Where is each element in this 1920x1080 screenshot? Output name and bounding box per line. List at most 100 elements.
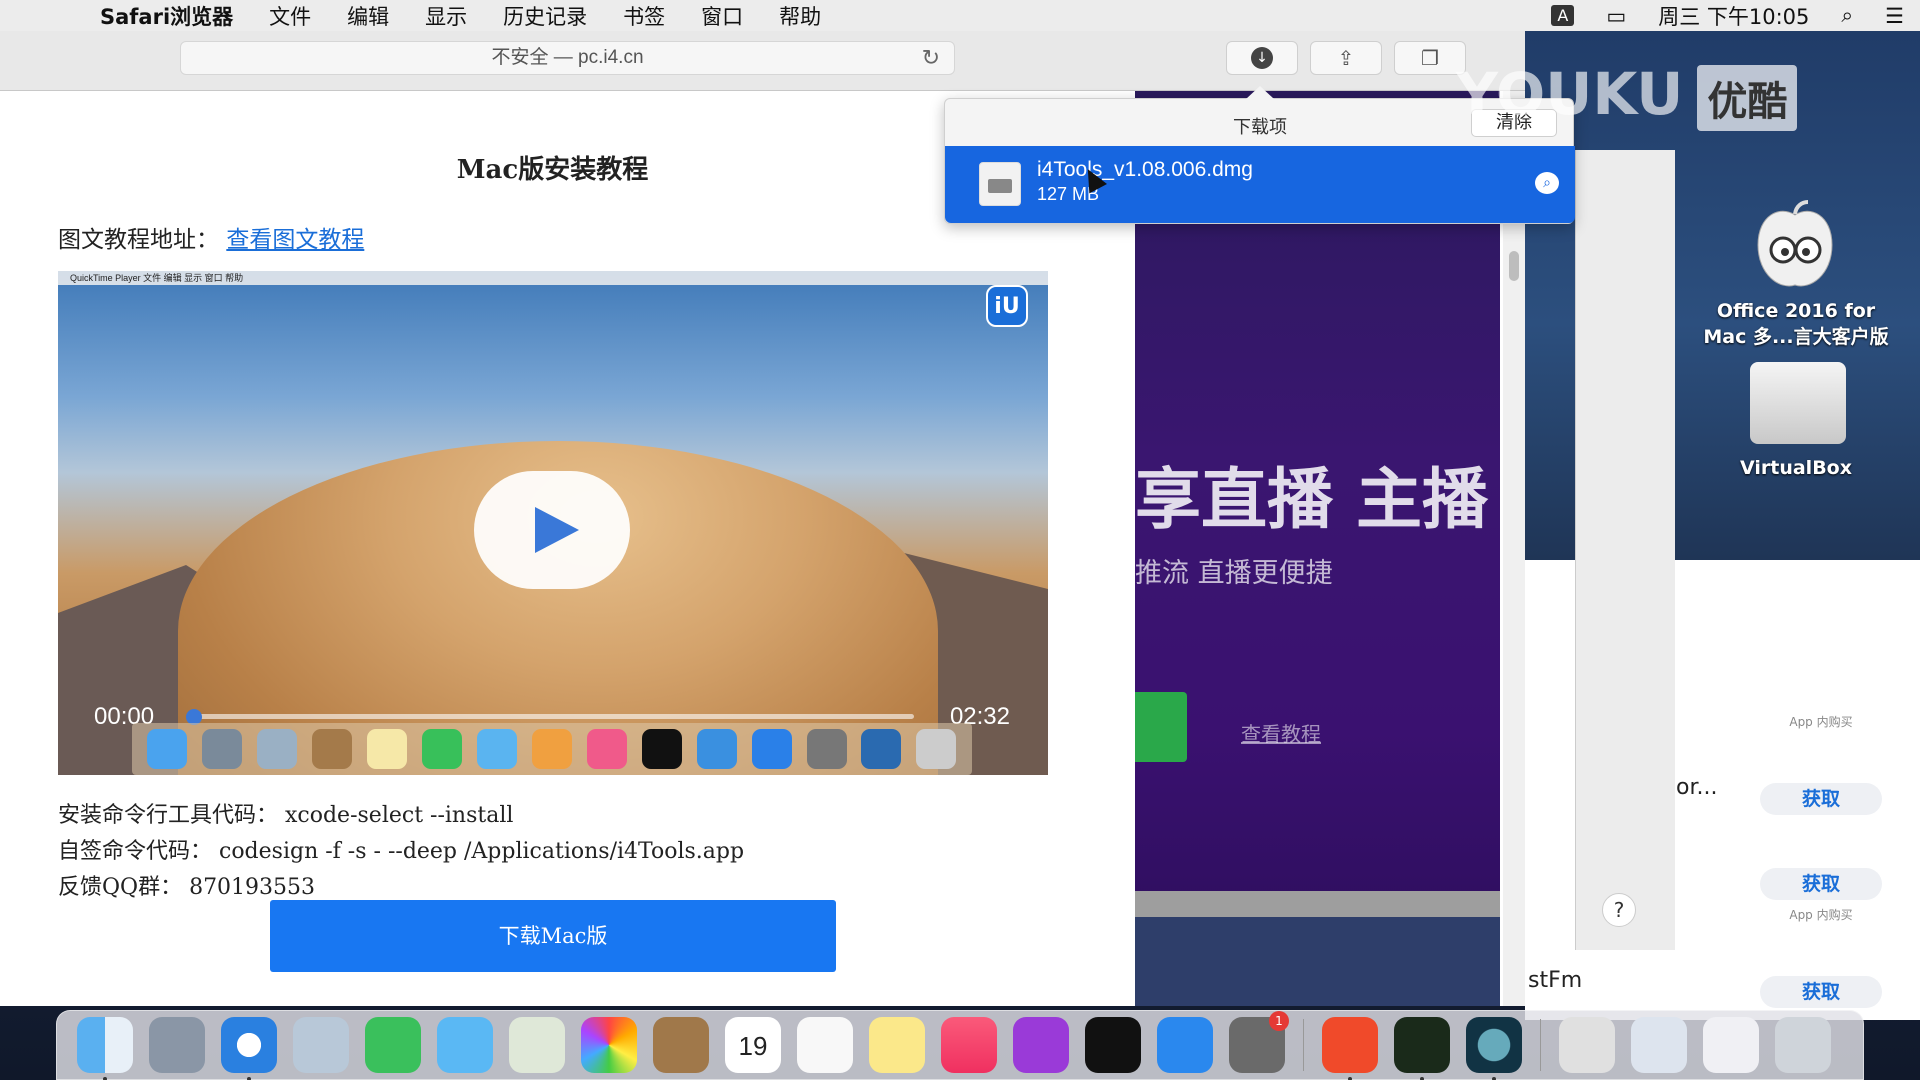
messages-icon: [476, 729, 517, 769]
scroll-thumb[interactable]: [1509, 251, 1519, 281]
documents-stack-icon[interactable]: [1703, 1017, 1759, 1073]
launchpad-icon: [202, 729, 243, 769]
app-name-truncated: stFm: [1528, 968, 1583, 993]
apple-tv-icon[interactable]: [1085, 1017, 1141, 1073]
menu-help[interactable]: 帮助: [761, 1, 839, 31]
menu-history[interactable]: 历史记录: [485, 1, 605, 31]
address-bar[interactable]: 不安全 — pc.i4.cn ↻: [180, 41, 955, 75]
downloads-stack-icon[interactable]: [1631, 1017, 1687, 1073]
finder-icon[interactable]: [77, 1017, 133, 1080]
menu-bar: Safari浏览器 文件 编辑 显示 历史记录 书签 窗口 帮助 A ▭ 周三 …: [0, 0, 1920, 31]
trash-icon[interactable]: [1775, 1017, 1831, 1073]
live-title: 享直播 主播: [1135, 461, 1488, 538]
view-tutorial-link[interactable]: 查看教程: [1241, 718, 1321, 747]
notification-badge: 1: [1269, 1011, 1289, 1031]
reload-icon[interactable]: ↻: [922, 42, 940, 74]
notification-center-icon[interactable]: ☰: [1869, 4, 1920, 28]
watermark-text: YOUKU: [1456, 60, 1684, 128]
activity-monitor-icon[interactable]: [1394, 1017, 1450, 1080]
web-page-content: Mac版安装教程 图文教程地址： 查看图文教程 QuickTime Player…: [0, 91, 1135, 1006]
show-in-finder-icon[interactable]: ⌕: [1535, 172, 1559, 194]
install-command-text: 安装命令行工具代码： xcode-select --install: [58, 803, 514, 828]
menu-file[interactable]: 文件: [251, 1, 329, 31]
system-preferences-icon: [806, 729, 847, 769]
facetime-icon[interactable]: [365, 1017, 421, 1073]
calendar-icon[interactable]: 19: [725, 1017, 781, 1073]
preview-icon[interactable]: [293, 1017, 349, 1073]
office-installer-icon[interactable]: [1740, 200, 1850, 295]
menu-edit[interactable]: 编辑: [329, 1, 407, 31]
contacts-icon: [312, 729, 353, 769]
green-button-partial[interactable]: [1135, 692, 1187, 762]
office-icon-label: Office 2016 for Mac 多...言大客户版: [1703, 300, 1889, 348]
share-button[interactable]: ⇪: [1310, 41, 1382, 75]
video-player[interactable]: QuickTime Player 文件 编辑 显示 窗口 帮助 iU 00:00…: [58, 271, 1048, 775]
virtualbox-disk-icon[interactable]: [1750, 362, 1846, 444]
system-preferences-icon[interactable]: 1: [1229, 1011, 1289, 1073]
app-store-icon: [751, 729, 792, 769]
get-button[interactable]: 获取: [1760, 783, 1882, 815]
virtualbox-label: VirtualBox: [1740, 457, 1852, 479]
maps-icon[interactable]: [509, 1017, 565, 1073]
quicktime-icon[interactable]: [1466, 1017, 1522, 1080]
music-icon[interactable]: [941, 1017, 997, 1073]
safari-toolbar: 不安全 — pc.i4.cn ↻ ↓ ⇪ ❐: [0, 31, 1525, 91]
quicktime-icon: [861, 729, 902, 769]
app-menu[interactable]: Safari浏览器: [62, 1, 251, 31]
dock-separator: [1540, 1019, 1541, 1071]
podcasts-icon[interactable]: [1013, 1017, 1069, 1073]
dock-separator: [1303, 1019, 1304, 1071]
dmg-file-icon[interactable]: [1559, 1017, 1615, 1073]
contacts-icon[interactable]: [653, 1017, 709, 1073]
page-scrollbar[interactable]: [1503, 91, 1525, 1006]
youku-watermark: YOUKU 优酷: [1456, 60, 1798, 131]
airplay-display-icon[interactable]: ▭: [1590, 4, 1642, 28]
tutorial-link[interactable]: 查看图文教程: [226, 227, 364, 253]
page-title: Mac版安装教程: [456, 155, 649, 185]
spotlight-search-icon[interactable]: ⌕: [1825, 3, 1869, 28]
photos-icon[interactable]: [581, 1017, 637, 1073]
share-icon: ⇪: [1337, 46, 1355, 70]
menu-view[interactable]: 显示: [407, 1, 485, 31]
app-name-truncated: or...: [1676, 775, 1718, 800]
qq-group-text: 反馈QQ群： 870193553: [58, 875, 316, 900]
menu-clock[interactable]: 周三 下午10:05: [1642, 1, 1825, 31]
get-button[interactable]: 获取: [1760, 976, 1882, 1008]
dmg-file-icon: [979, 162, 1021, 206]
download-item[interactable]: i4Tools_v1.08.006.dmg 127 MB ⌕: [945, 146, 1575, 223]
app-store-icon[interactable]: [1157, 1017, 1213, 1073]
video-progress-bar[interactable]: [186, 709, 914, 725]
tabs-icon: ❐: [1421, 46, 1439, 70]
safari-icon[interactable]: [221, 1017, 277, 1080]
download-filename: i4Tools_v1.08.006.dmg: [1037, 158, 1253, 181]
photos-icon: [531, 729, 572, 769]
launchpad-icon[interactable]: [149, 1017, 205, 1073]
address-text: 不安全 — pc.i4.cn: [491, 47, 644, 68]
download-mac-button[interactable]: 下载Mac版: [270, 900, 836, 972]
facetime-icon: [422, 729, 463, 769]
app-store-window-edge: [1575, 150, 1675, 950]
tutorial-label: 图文教程地址：: [58, 227, 219, 253]
i4-logo-icon: iU: [986, 285, 1028, 327]
tutorial-address-line: 图文教程地址： 查看图文教程: [58, 220, 364, 254]
download-arrow-icon: ↓: [1251, 47, 1273, 69]
play-button[interactable]: [474, 471, 630, 589]
live-subtitle: 推流 直播更便捷: [1135, 558, 1333, 589]
menu-window[interactable]: 窗口: [683, 1, 761, 31]
notes-icon[interactable]: [869, 1017, 925, 1073]
trash-icon: [916, 729, 957, 769]
input-source-icon[interactable]: A: [1551, 5, 1575, 26]
reminders-icon[interactable]: [797, 1017, 853, 1073]
video-embedded-menubar: QuickTime Player 文件 编辑 显示 窗口 帮助: [58, 271, 1048, 285]
messages-icon[interactable]: [437, 1017, 493, 1073]
help-button[interactable]: ?: [1602, 893, 1636, 927]
panel-footer-bar: [1135, 891, 1500, 917]
i4tools-icon[interactable]: [1322, 1017, 1378, 1080]
menu-bookmarks[interactable]: 书签: [605, 1, 683, 31]
safari-icon: [696, 729, 737, 769]
music-icon: [586, 729, 627, 769]
downloads-button[interactable]: ↓: [1226, 41, 1298, 75]
get-button[interactable]: 获取: [1760, 868, 1882, 900]
dock: 19 1: [56, 1010, 1864, 1080]
in-app-purchase-note: App 内购买: [1789, 715, 1853, 729]
